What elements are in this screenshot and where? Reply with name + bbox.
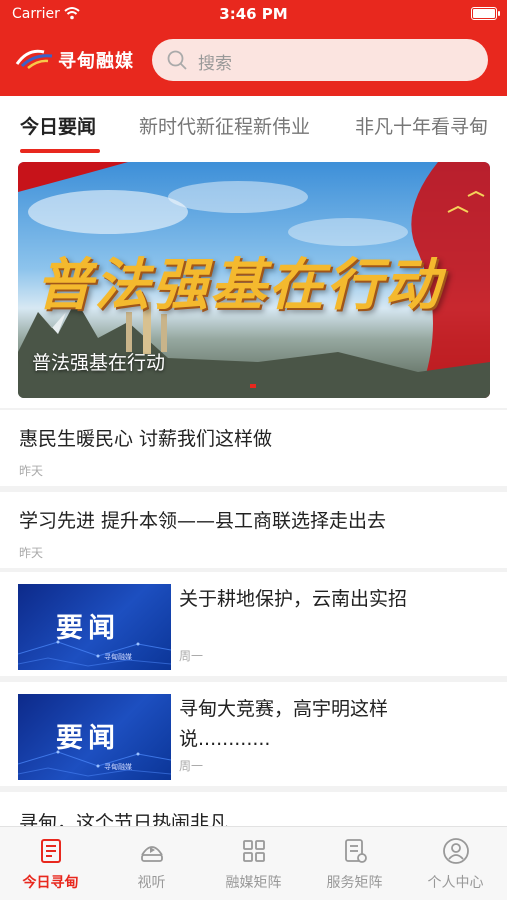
news-item[interactable]: 惠民生暖民心 讨薪我们这样做 昨天 (0, 410, 507, 486)
news-time: 周一 (179, 649, 204, 663)
tab-active-indicator (20, 149, 100, 153)
search-icon (167, 50, 187, 70)
thumbnail-logo: 寻甸融媒 (104, 653, 132, 661)
tab-today-news[interactable]: 今日要闻 (20, 112, 96, 139)
search-input[interactable]: 搜索 (152, 39, 488, 81)
app-header: Carrier 3:46 PM 寻甸融媒 搜索 (0, 0, 507, 96)
carousel-indicator (250, 384, 256, 388)
category-tabs: 今日要闻 新时代新征程新伟业 非凡十年看寻甸 (0, 96, 507, 156)
thumbnail-text: 要闻 (56, 613, 120, 644)
news-time: 周一 (179, 759, 204, 773)
banner-caption: 普法强基在行动 (32, 352, 166, 374)
tabbar-item-media-matrix[interactable]: 融媒矩阵 (203, 827, 304, 900)
profile-icon (443, 838, 469, 864)
tabbar-item-profile[interactable]: 个人中心 (405, 827, 506, 900)
tabbar-item-service-matrix[interactable]: 服务矩阵 (304, 827, 405, 900)
banner-carousel[interactable]: 普法强基在行动 普法强基在行动 (18, 162, 490, 398)
news-item-thumb[interactable]: 要闻 寻甸融媒 关于耕地保护，云南出实招 周一 (0, 572, 507, 676)
tabbar-label: 融媒矩阵 (225, 875, 282, 891)
news-item-thumb[interactable]: 要闻 寻甸融媒 寻甸大竞赛，高宇明这样说............ 周一 (0, 682, 507, 786)
logo-text: 寻甸融媒 (58, 51, 134, 72)
video-icon (141, 846, 163, 862)
news-time: 昨天 (19, 546, 44, 560)
status-time: 3:46 PM (219, 5, 288, 23)
matrix-icon (243, 840, 265, 862)
tab-new-era[interactable]: 新时代新征程新伟业 (139, 112, 310, 139)
tabbar-label: 个人中心 (427, 875, 484, 891)
news-title: 学习先进 提升本领——县工商联选择走出去 (19, 510, 387, 532)
news-title: 惠民生暖民心 讨薪我们这样做 (19, 428, 273, 450)
tabbar-item-video[interactable]: 视听 (101, 827, 202, 900)
news-thumbnail: 要闻 寻甸融媒 (18, 694, 171, 780)
tabbar-label: 服务矩阵 (326, 875, 383, 891)
news-item[interactable]: 学习先进 提升本领——县工商联选择走出去 昨天 (0, 492, 507, 568)
tabbar-item-today[interactable]: 今日寻甸 (0, 827, 101, 900)
news-icon (41, 839, 61, 863)
thumbnail-text: 要闻 (56, 723, 120, 754)
logo-swoosh-icon (15, 49, 53, 69)
thumbnail-logo: 寻甸融媒 (104, 763, 132, 771)
news-time: 昨天 (19, 464, 44, 478)
news-title: 寻甸大竞赛，高宇明这样说............ (179, 698, 389, 750)
tabbar-label: 视听 (137, 875, 166, 891)
news-thumbnail: 要闻 寻甸融媒 (18, 584, 171, 670)
banner-card: 普法强基在行动 普法强基在行动 (0, 156, 507, 408)
search-placeholder: 搜索 (198, 54, 232, 74)
banner-headline-art: 普法强基在行动 (36, 253, 442, 318)
tabbar-label: 今日寻甸 (22, 875, 79, 891)
service-icon (345, 839, 367, 863)
battery-icon (471, 7, 500, 20)
bottom-tab-bar: 今日寻甸 视听 融媒矩阵 服务矩阵 个人中心 (0, 826, 507, 900)
tab-decade[interactable]: 非凡十年看寻甸 (355, 112, 488, 139)
news-title: 关于耕地保护，云南出实招 (179, 588, 408, 610)
status-bar: Carrier 3:46 PM (0, 0, 507, 30)
